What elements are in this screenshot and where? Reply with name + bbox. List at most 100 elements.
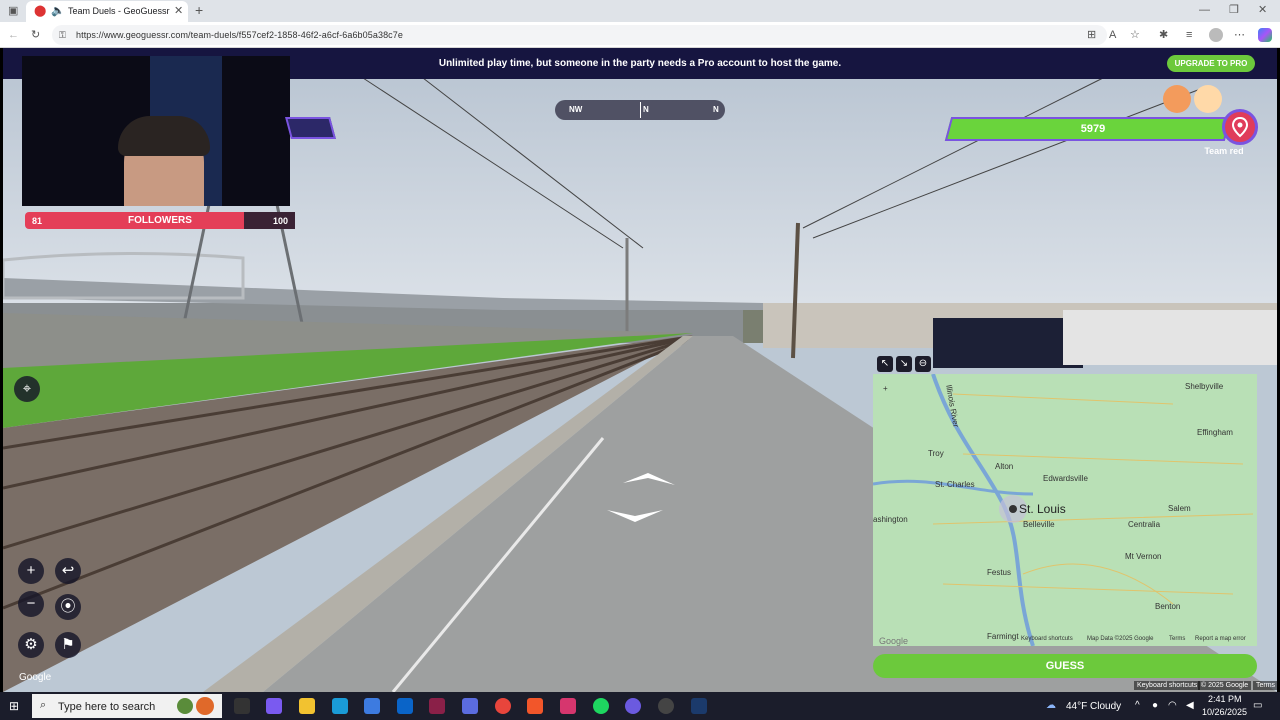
map-expand-icon[interactable]: ↖ [877, 356, 893, 372]
sidebar-toggle-icon[interactable]: ▣ [8, 5, 18, 17]
volume-icon[interactable]: ◀ [1186, 700, 1194, 711]
clock-date[interactable]: 10/26/2025 [1202, 707, 1247, 717]
compass-center-label: N [643, 105, 649, 114]
profile-avatar[interactable] [1209, 28, 1223, 42]
speaker-icon[interactable]: 🔈 [51, 5, 65, 17]
map-label-centralia: Centralia [1128, 520, 1161, 529]
app-icon[interactable]: ⊞ [1087, 29, 1096, 41]
webcam-overlay [22, 56, 290, 206]
map-shrink-icon[interactable]: ↘ [896, 356, 912, 372]
undo-move-icon[interactable]: ↩ [55, 558, 81, 584]
zoom-out-button[interactable]: − [18, 591, 44, 617]
copilot-taskbar-icon[interactable] [266, 698, 282, 714]
favorite-star-icon[interactable]: ☆ [1130, 29, 1140, 41]
compass-west-label: NW [569, 105, 583, 114]
tray-chevron-icon[interactable]: ^ [1135, 700, 1140, 711]
upgrade-to-pro-button[interactable]: UPGRADE TO PRO [1167, 55, 1255, 72]
streetview-data-attrib: © 2025 Google [1198, 681, 1252, 690]
close-tab-icon[interactable]: ✕ [174, 5, 183, 17]
steam-icon[interactable] [691, 698, 707, 714]
map-label-festus: Festus [987, 568, 1012, 577]
taskbar-search-placeholder: Type here to search [58, 701, 156, 713]
map-label-benton: Benton [1155, 602, 1181, 611]
reload-icon[interactable]: ↻ [31, 29, 40, 41]
zoom-in-map-button[interactable]: + [883, 384, 888, 393]
team-health-value: 5979 [1080, 123, 1106, 135]
map-label-belleville: Belleville [1023, 520, 1055, 529]
compass-reset-icon[interactable]: ⌖ [14, 376, 40, 402]
return-to-start-icon[interactable]: ⦿ [55, 594, 81, 620]
flag-icon[interactable]: ⚑ [55, 632, 81, 658]
windows-start-icon[interactable]: ⊞ [9, 699, 19, 713]
maximize-icon[interactable]: ❐ [1229, 4, 1239, 16]
taskbar-search-box[interactable]: ⌕ Type here to search [32, 694, 222, 718]
weather-text[interactable]: 44°F Cloudy [1066, 701, 1121, 712]
followers-current: 81 [32, 216, 43, 226]
outlook-icon[interactable] [397, 698, 413, 714]
back-icon[interactable]: ← [8, 29, 19, 41]
enemy-health-bar [285, 117, 336, 139]
guess-map[interactable]: + Troy Alton Edwardsville St. Charles as… [873, 374, 1257, 646]
streetview-google-logo: Google [19, 672, 52, 683]
search-icon: ⌕ [40, 699, 47, 711]
windows-taskbar: ⊞ ⌕ Type here to search ☁ 44°F Cloudy ^ … [0, 692, 1280, 720]
map-label-st-louis: St. Louis [1019, 502, 1066, 516]
spotify-icon[interactable] [593, 698, 609, 714]
instagram-icon[interactable] [560, 698, 576, 714]
compass-needle [640, 102, 641, 118]
obs-icon[interactable] [658, 698, 674, 714]
app-icon-2[interactable] [429, 698, 445, 714]
teams-icon[interactable] [462, 698, 478, 714]
messenger-icon[interactable] [625, 698, 641, 714]
followers-goal-bar: 81 FOLLOWERS 100 [25, 212, 295, 229]
streetview-terms-link[interactable]: Terms [1253, 681, 1277, 690]
clock-time[interactable]: 2:41 PM [1208, 694, 1242, 704]
microphone-icon[interactable]: ● [1152, 700, 1158, 711]
minimize-icon[interactable]: — [1199, 4, 1210, 16]
favorites-icon[interactable]: ≡ [1186, 29, 1192, 41]
map-label-alton: Alton [995, 462, 1014, 471]
address-bar[interactable]: ⚿ https://www.geoguessr.com/team-duels/f… [52, 25, 1107, 45]
weather-icon: ☁ [1046, 700, 1056, 711]
read-aloud-icon[interactable]: A [1109, 29, 1116, 41]
extensions-icon[interactable]: ✱ [1159, 29, 1168, 41]
team-name: Team red [1204, 146, 1244, 156]
zoom-in-button[interactable]: + [18, 558, 44, 584]
map-label-salem: Salem [1168, 504, 1191, 513]
guess-button[interactable]: GUESS [873, 654, 1257, 678]
map-footer: Google Keyboard shortcuts Map Data ©2025… [873, 634, 1257, 646]
map-report-error-link[interactable]: Report a map error [1195, 636, 1246, 642]
followers-label: FOLLOWERS [128, 215, 192, 226]
map-keyboard-shortcuts[interactable]: Keyboard shortcuts [1021, 636, 1073, 642]
browser-tab-bar: ▣ ⬤ 🔈 Team Duels - GeoGuessr ✕ + — ❐ ✕ [0, 0, 1280, 22]
game-viewport[interactable]: Unlimited play time, but someone in the … [3, 48, 1277, 692]
map-label-edwardsville: Edwardsville [1043, 474, 1088, 483]
file-explorer-icon[interactable] [299, 698, 315, 714]
compass-east-label: N [713, 105, 719, 114]
tab-title: Team Duels - GeoGuessr [68, 6, 170, 16]
map-terms-link[interactable]: Terms [1169, 636, 1185, 642]
map-pin-icon[interactable]: ⊖ [915, 356, 931, 372]
map-label-mt-vernon: Mt Vernon [1125, 552, 1162, 561]
store-icon[interactable] [364, 698, 380, 714]
settings-gear-icon[interactable]: ⚙ [18, 632, 44, 658]
geoguessr-favicon-icon: ⬤ [34, 5, 47, 17]
edge-icon[interactable] [332, 698, 348, 714]
wifi-icon[interactable]: ◠ [1168, 700, 1177, 711]
notifications-icon[interactable]: ▭ [1253, 700, 1262, 711]
chrome-icon[interactable] [495, 698, 511, 714]
map-label-st-charles: St. Charles [935, 480, 975, 489]
streetview-keyboard-shortcuts[interactable]: Keyboard shortcuts [1134, 681, 1201, 690]
close-window-icon[interactable]: ✕ [1258, 4, 1267, 16]
map-google-logo: Google [879, 636, 909, 646]
brave-icon[interactable] [527, 698, 543, 714]
map-label-troy: Troy [928, 449, 944, 458]
browser-tab[interactable]: ⬤ 🔈 Team Duels - GeoGuessr ✕ [26, 1, 188, 22]
player-avatar-2 [1194, 85, 1222, 113]
compass: NW N N [555, 100, 725, 120]
more-menu-icon[interactable]: ⋯ [1234, 29, 1245, 41]
copilot-icon[interactable] [1258, 28, 1272, 42]
new-tab-icon[interactable]: + [195, 3, 203, 17]
task-view-icon[interactable] [234, 698, 250, 714]
site-info-icon[interactable]: ⚿ [59, 29, 66, 41]
